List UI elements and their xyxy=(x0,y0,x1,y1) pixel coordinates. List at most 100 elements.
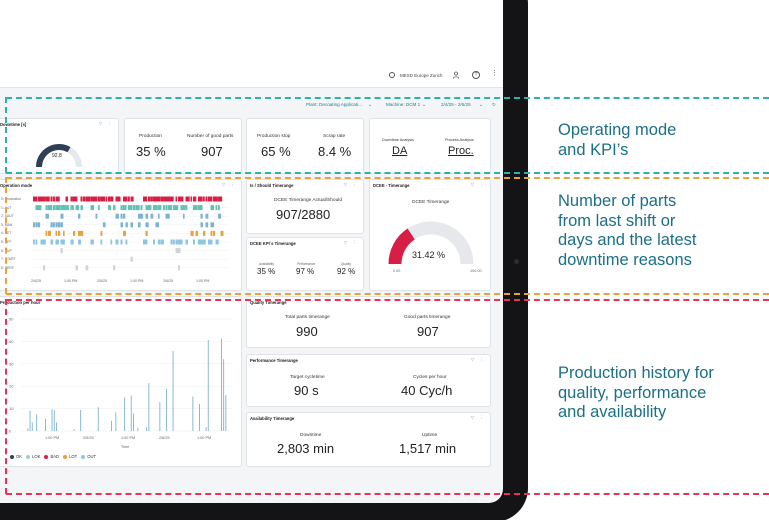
mode-segment xyxy=(180,196,184,202)
mode-segment xyxy=(75,196,78,202)
chevron-down-icon: ⌄ xyxy=(368,102,373,108)
help-icon[interactable]: ? xyxy=(472,71,480,79)
process-analysis-link[interactable]: Proc. xyxy=(448,145,474,157)
production-legend: OK LOK BAD LOT OUT xyxy=(6,454,96,459)
note-line: Operating mode xyxy=(558,121,677,139)
mode-segment xyxy=(148,196,151,202)
mode-segment xyxy=(50,196,53,202)
machine-filter[interactable]: Machine: DCM 1 xyxy=(386,102,420,107)
production-stop-label: Production stop xyxy=(257,134,291,139)
bar xyxy=(205,427,207,431)
performance-value: 97 % xyxy=(296,267,315,276)
mode-segment xyxy=(43,196,46,202)
legend-dot xyxy=(63,454,68,459)
mode-segment xyxy=(160,239,164,245)
mode-segment xyxy=(210,239,213,245)
gauge-min-label: 0.00 xyxy=(393,269,401,273)
teal-divider-top xyxy=(6,97,769,99)
mode-segment xyxy=(108,205,112,211)
card-title: Is / Should Timerange xyxy=(250,183,294,188)
mode-segment xyxy=(200,213,203,219)
performance-card: Performance Timerange ▽ ⋮ Target cycleti… xyxy=(246,354,491,407)
mode-segment xyxy=(113,205,116,211)
mode-segment xyxy=(115,213,119,219)
dcee-gauge-value: 31.42 % xyxy=(412,250,446,260)
note-line: days and the latest xyxy=(558,231,697,249)
mode-segment xyxy=(88,196,91,202)
y-tick-label: 0 xyxy=(9,429,12,434)
bar xyxy=(130,395,132,431)
stop-kpi-card: Production stop 65 % Scrap rate 8.4 % xyxy=(246,118,364,174)
mode-segment xyxy=(90,239,94,245)
mode-segment xyxy=(65,196,68,202)
bar xyxy=(159,402,161,431)
refresh-icon[interactable]: ↻ xyxy=(492,102,496,108)
process-analysis-label: Process Analysis xyxy=(445,138,474,142)
legend-dot xyxy=(81,454,86,459)
card-tools-icon[interactable]: ▽ ⋮ xyxy=(222,182,237,188)
mode-segment xyxy=(178,248,181,254)
performance-label: Performance xyxy=(297,262,316,266)
mode-segment xyxy=(58,230,61,236)
quality-value: 92 % xyxy=(337,267,356,276)
orange-divider-bottom xyxy=(6,293,769,295)
mode-segment xyxy=(180,205,183,211)
mode-segment xyxy=(175,196,178,202)
mode-segment xyxy=(98,205,100,211)
operation-mode-row-label: 7: START xyxy=(1,257,16,262)
card-tools-icon[interactable]: ▽ ⋮ xyxy=(344,182,359,188)
card-title: DCEE - Timerange xyxy=(373,183,410,188)
mode-segment xyxy=(210,196,213,202)
card-tools-icon[interactable]: ▽ ⋮ xyxy=(344,240,359,246)
mode-segment xyxy=(130,256,133,262)
downtime-analysis-link[interactable]: DA xyxy=(392,145,407,157)
mode-segment xyxy=(158,213,160,219)
plant-filter[interactable]: Plant: Decoating Applicati... xyxy=(306,102,362,107)
mode-segment xyxy=(183,213,185,219)
bar xyxy=(192,396,194,431)
card-tools-icon[interactable]: ▽ ⋮ xyxy=(471,415,486,421)
card-tools-icon[interactable]: ▽ ⋮ xyxy=(99,121,114,127)
mode-segment xyxy=(165,205,168,211)
date-filter[interactable]: 2/4/25 - 2/6/25 xyxy=(441,102,471,107)
mode-segment xyxy=(60,213,64,219)
user-icon[interactable] xyxy=(452,71,460,79)
cycles-per-hour-value: 40 Cyc/h xyxy=(401,383,453,398)
tablet-camera xyxy=(514,259,519,264)
filter-bar: Plant: Decoating Applicati... ⌄ Machine:… xyxy=(0,98,503,112)
card-title: Availability Timerange xyxy=(250,416,295,421)
dcee-gauge xyxy=(388,221,474,265)
mode-segment xyxy=(103,196,106,202)
mode-segment xyxy=(148,205,152,211)
note-line: from last shift or xyxy=(558,211,676,230)
mode-segment xyxy=(158,196,161,202)
mode-segment xyxy=(215,239,219,245)
legend-label: OK xyxy=(16,454,23,459)
teal-divider-bottom xyxy=(6,172,769,174)
mode-segment xyxy=(218,196,221,202)
mode-segment xyxy=(220,196,223,202)
info-icon[interactable] xyxy=(389,72,395,78)
target-cycletime-value: 90 s xyxy=(294,383,319,398)
mode-segment xyxy=(55,230,58,236)
bar xyxy=(199,404,200,431)
legend-label: LOK xyxy=(32,454,41,459)
legend-label: LOT xyxy=(69,454,78,459)
mode-segment xyxy=(150,196,153,202)
note-line: Production history for xyxy=(558,364,714,382)
quality-card: Quality Timerange Total parts timerange … xyxy=(246,296,491,348)
mode-segment xyxy=(78,239,81,245)
mode-segment xyxy=(215,196,218,202)
production-stop-value: 65 % xyxy=(261,144,291,159)
operation-mode-chart xyxy=(33,196,229,271)
mode-segment xyxy=(175,239,178,245)
card-tools-icon[interactable]: ▽ ⋮ xyxy=(471,357,486,363)
operation-mode-row-label: 0: Production xyxy=(1,197,21,201)
mode-segment xyxy=(58,205,61,211)
card-tools-icon[interactable]: ▽ ⋮ xyxy=(471,182,486,188)
more-menu-icon[interactable]: ⋮ xyxy=(491,70,498,78)
mode-segment xyxy=(53,205,56,211)
bar xyxy=(225,394,227,431)
scrap-rate-value: 8.4 % xyxy=(318,144,352,159)
mode-segment xyxy=(145,239,148,245)
